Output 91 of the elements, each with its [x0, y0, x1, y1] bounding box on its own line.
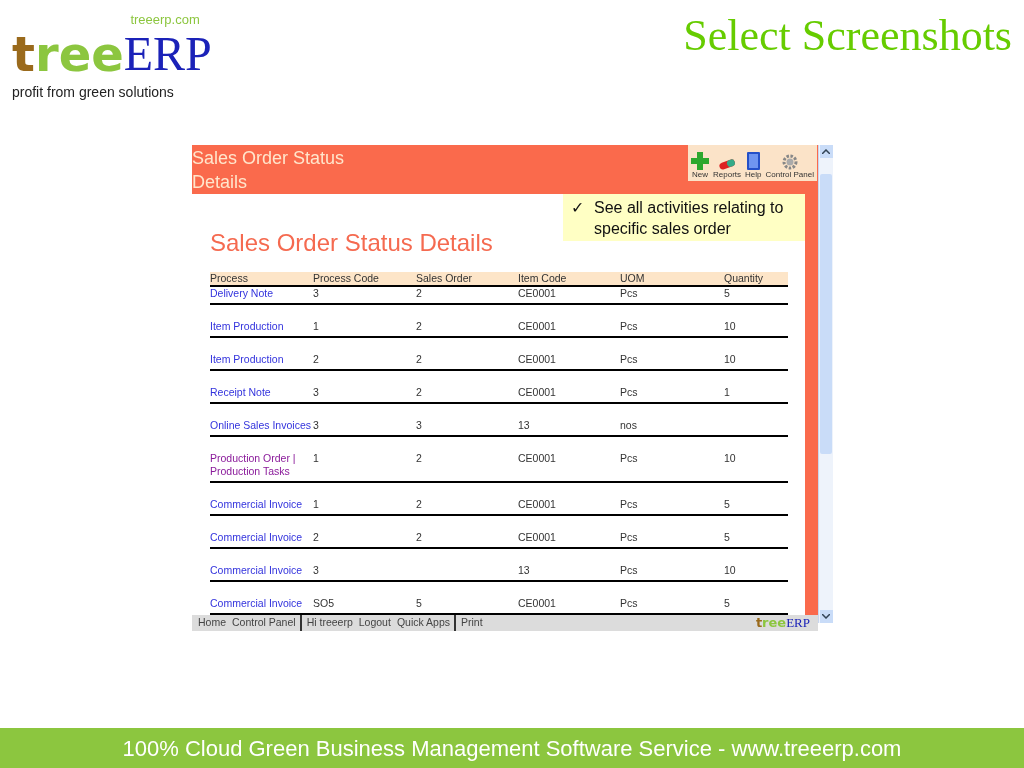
website-address: treeerp.com [130, 11, 200, 29]
table-cell-text: 2 [416, 386, 423, 399]
check-mark: ✓ [571, 198, 584, 218]
capsule-icon [718, 158, 737, 170]
table-cell-text: CE0001 [518, 287, 557, 300]
table-cell-text: Pcs [620, 287, 639, 300]
scroll-down-icon[interactable] [819, 610, 833, 623]
scroll-up-icon[interactable] [819, 145, 833, 158]
process-link[interactable]: Item Production [210, 353, 313, 366]
table-cell-text: 2 [416, 498, 423, 511]
table-cell-text: 5 [416, 597, 423, 610]
table-cell-text: 3 [313, 419, 320, 432]
slide-title: Select Screenshots [683, 10, 1013, 62]
table-cell-text: 3 [416, 419, 423, 432]
banner-text: 100% Cloud Green Business Management Software Service - www.treeerp.com [122, 734, 902, 763]
table-cell-text: CE0001 [518, 597, 557, 610]
scroll-thumb[interactable] [820, 174, 832, 454]
process-link[interactable]: Production Order | Production Tasks [210, 452, 313, 478]
table-cell-text: 2 [416, 452, 423, 466]
footer-link[interactable]: Hi treeerp [306, 615, 353, 631]
table-cell-text: Pcs [620, 498, 639, 511]
table-cell-text: 13 [518, 564, 531, 577]
process-link[interactable]: Commercial Invoice [210, 564, 313, 577]
table-cell-text: 10 [724, 564, 737, 577]
table-cell-text: 10 [724, 353, 737, 366]
gear-icon [781, 154, 798, 170]
table-cell-text: Pcs [620, 353, 639, 366]
process-link[interactable]: Online Sales Invoices [210, 419, 313, 432]
table-cell-text: 3 [313, 564, 320, 577]
table-cell-text: Pcs [620, 531, 639, 544]
table-cell-text: Pcs [620, 386, 639, 399]
table-cell-text: 2 [313, 353, 320, 366]
table-cell-text: Pcs [620, 597, 639, 610]
app-title: Sales Order Status Details [192, 147, 346, 194]
table-cell-text: Pcs [620, 320, 639, 333]
table-cell-text: 5 [724, 531, 731, 544]
process-link[interactable]: Commercial Invoice [210, 498, 313, 511]
treeerp-logo: treeERP [12, 29, 212, 78]
table-cell-text: 5 [724, 597, 731, 610]
table-cell-text: 13 [518, 419, 531, 432]
page-heading: Sales Order Status Details [210, 231, 493, 255]
table-cell-text: CE0001 [518, 353, 557, 366]
table-cell-text: Pcs [620, 452, 639, 466]
plus-icon [691, 152, 710, 170]
table-cell-text: 3 [313, 386, 320, 399]
toolbar-button[interactable]: New [691, 152, 710, 180]
table-cell-text: 5 [724, 498, 731, 511]
process-link[interactable]: Delivery Note [210, 287, 313, 300]
footer-link[interactable]: Control Panel [232, 615, 296, 631]
process-link[interactable]: Commercial Invoice [210, 597, 313, 610]
footer-link[interactable]: Print [461, 615, 483, 631]
column-header: Quantity [724, 272, 765, 285]
table-cell-text: 1 [313, 320, 320, 333]
table-cell-text: nos [620, 419, 638, 432]
table-cell-text: CE0001 [518, 531, 557, 544]
table-cell-text: 1 [724, 386, 731, 399]
table-cell-text: 5 [724, 287, 731, 300]
table-cell-text: 3 [313, 287, 320, 300]
table-cell-text: 2 [416, 287, 423, 300]
footer-link[interactable]: Quick Apps [396, 615, 450, 631]
process-link[interactable]: Item Production [210, 320, 313, 333]
tagline: profit from green solutions [12, 82, 175, 102]
table-cell-text: CE0001 [518, 498, 557, 511]
table-cell-text: 10 [724, 320, 737, 333]
process-link[interactable]: Receipt Note [210, 386, 313, 399]
book-icon [746, 152, 760, 170]
table-cell-text: Pcs [620, 564, 639, 577]
table-cell-text: 2 [416, 531, 423, 544]
table-cell-text: 2 [313, 531, 320, 544]
process-link[interactable]: Commercial Invoice [210, 531, 313, 544]
column-header: Process [210, 272, 249, 285]
column-header: Item Code [518, 272, 568, 285]
footer-link[interactable]: Logout [358, 615, 391, 631]
table-cell-text: CE0001 [518, 320, 557, 333]
column-header: Sales Order [416, 272, 474, 285]
table-cell-text: 2 [416, 320, 423, 333]
column-header: UOM [620, 272, 646, 285]
table-cell-text: 1 [313, 452, 320, 466]
table-cell-text: CE0001 [518, 386, 557, 399]
callout-text: See all activities relating to specific sales order [594, 198, 785, 239]
table-cell-text: 1 [313, 498, 320, 511]
column-header: Process Code [313, 272, 380, 285]
table-cell-text: 2 [416, 353, 423, 366]
toolbar-button[interactable]: Reports [713, 158, 742, 180]
table-cell-text: 10 [724, 452, 737, 466]
toolbar-button[interactable]: Control Panel [765, 154, 814, 180]
treeerp-logo: treeERP [755, 616, 810, 630]
table-cell-text: CE0001 [518, 452, 557, 466]
footer-link[interactable]: Home [198, 615, 226, 631]
table-cell-text: SO5 [313, 597, 335, 610]
toolbar-button[interactable]: Help [745, 152, 762, 180]
